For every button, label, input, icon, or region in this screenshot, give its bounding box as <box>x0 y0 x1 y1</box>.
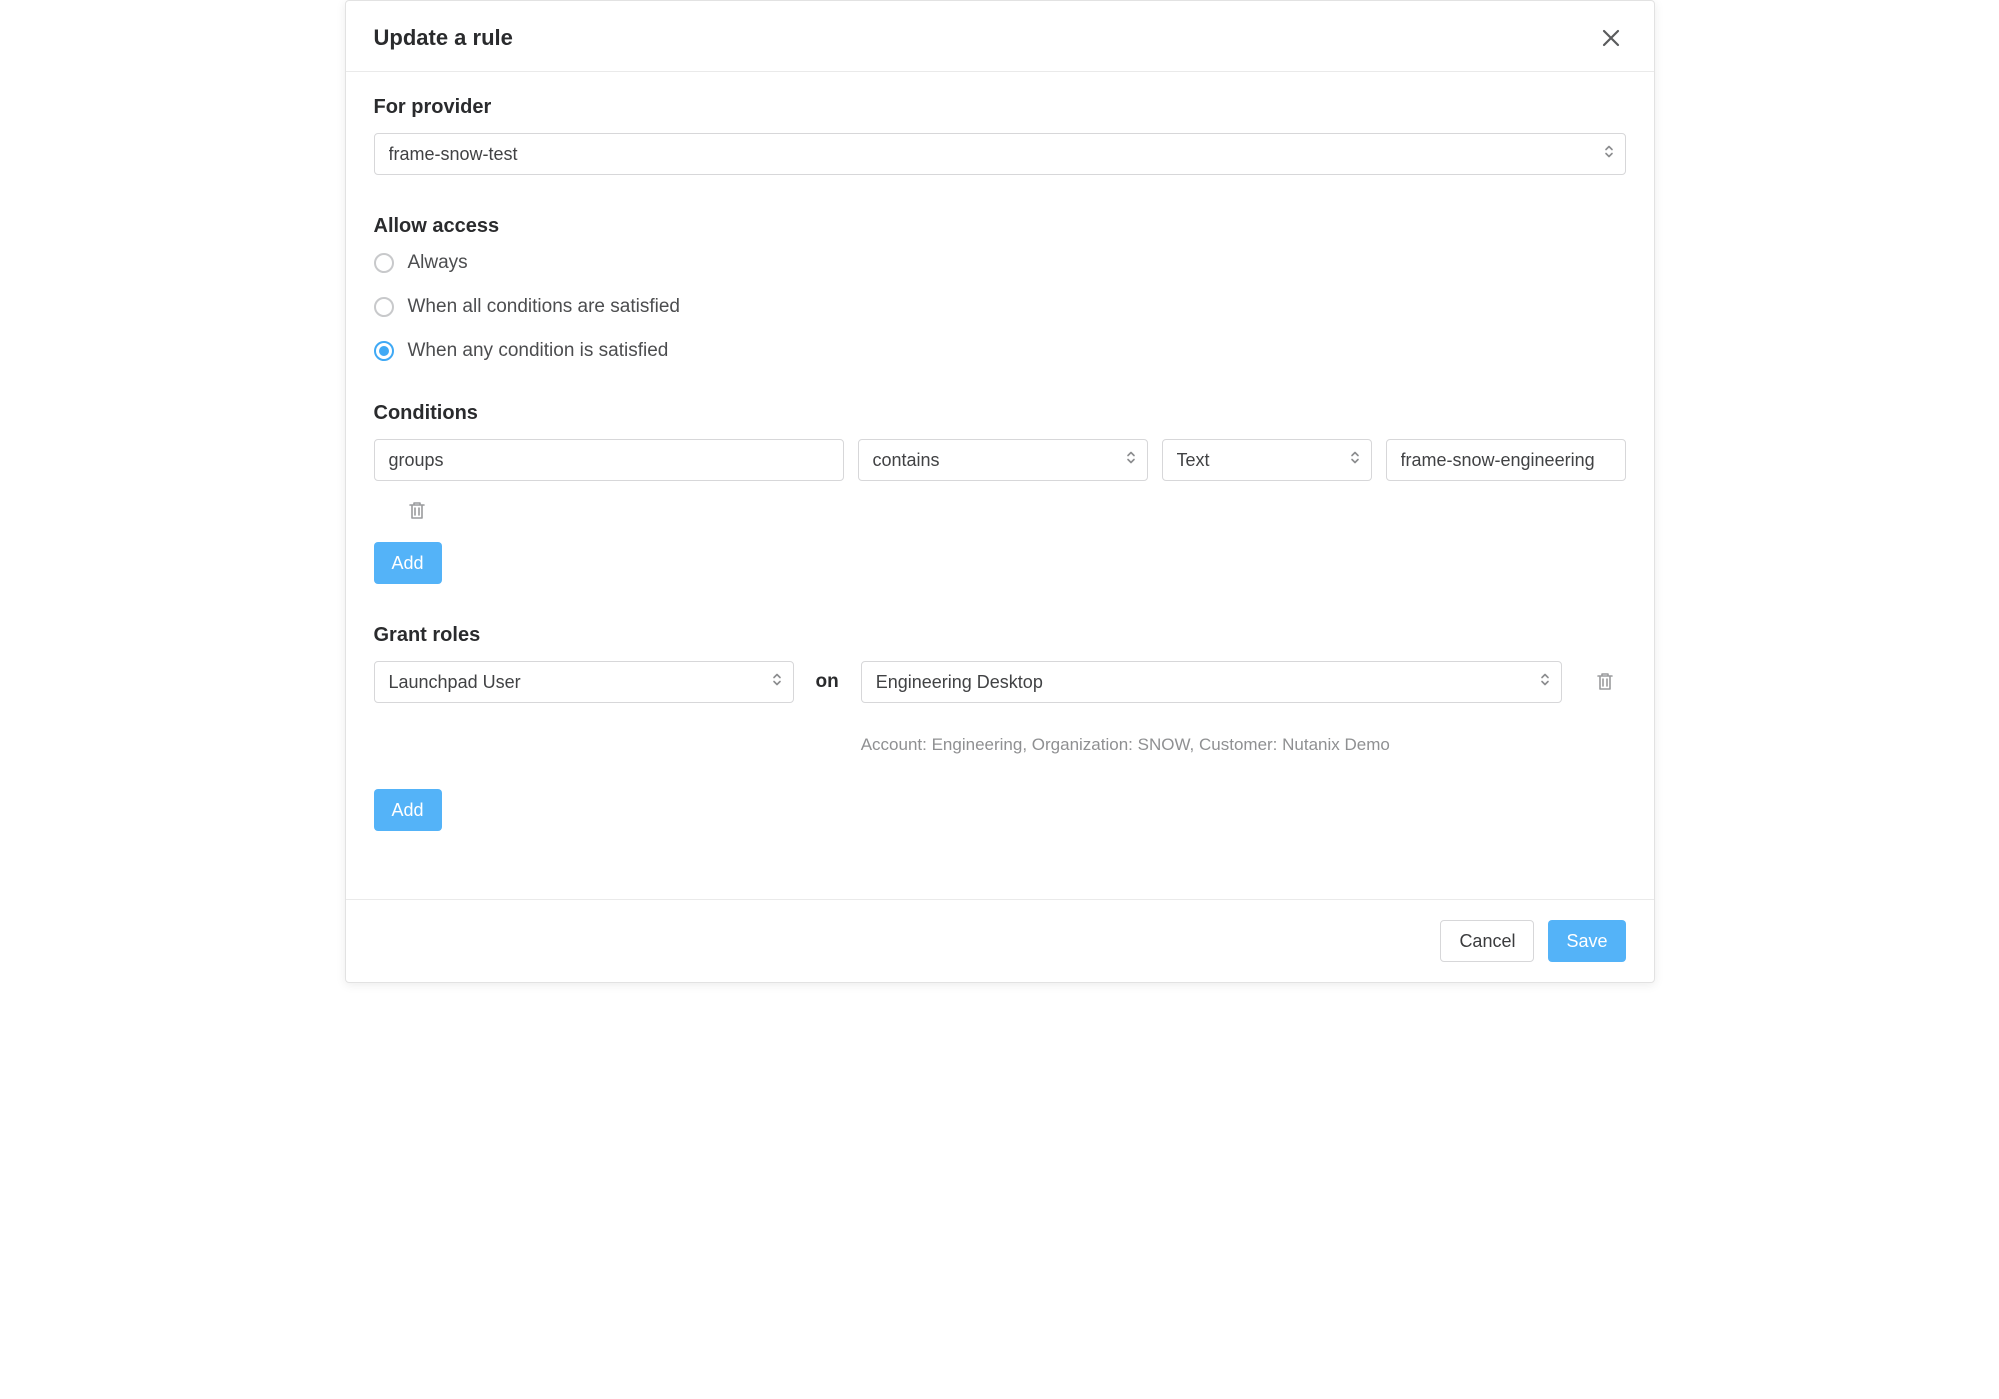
condition-operator-select[interactable] <box>858 439 1148 481</box>
access-section: Allow access Always When all conditions … <box>374 215 1626 362</box>
modal-header: Update a rule <box>346 1 1654 72</box>
conditions-label: Conditions <box>374 402 1626 425</box>
grant-roles-label: Grant roles <box>374 624 1626 647</box>
grant-roles-section: Grant roles on <box>374 624 1626 831</box>
close-icon <box>1602 29 1620 47</box>
radio-icon <box>374 253 394 273</box>
on-label: on <box>816 671 839 693</box>
provider-select[interactable] <box>374 133 1626 175</box>
add-role-button[interactable]: Add <box>374 789 442 831</box>
delete-role-button[interactable] <box>1584 670 1626 695</box>
radio-icon <box>374 297 394 317</box>
trash-icon <box>408 500 426 523</box>
role-target-select[interactable] <box>861 661 1562 703</box>
trash-icon <box>1596 671 1614 694</box>
delete-condition-button[interactable] <box>402 499 432 524</box>
access-option-always[interactable]: Always <box>374 252 1626 274</box>
save-button[interactable]: Save <box>1548 920 1625 962</box>
radio-label: When any condition is satisfied <box>408 340 669 362</box>
grant-role-row: on Account: Engineering, Organization: S… <box>374 661 1626 755</box>
update-rule-modal: Update a rule For provider Allow access <box>345 0 1655 983</box>
radio-label: Always <box>408 252 468 274</box>
add-condition-button[interactable]: Add <box>374 542 442 584</box>
conditions-section: Conditions <box>374 402 1626 584</box>
access-option-any-condition[interactable]: When any condition is satisfied <box>374 340 1626 362</box>
cancel-button[interactable]: Cancel <box>1440 920 1534 962</box>
role-target-hint: Account: Engineering, Organization: SNOW… <box>861 735 1562 755</box>
access-option-all-conditions[interactable]: When all conditions are satisfied <box>374 296 1626 318</box>
modal-title: Update a rule <box>374 25 513 51</box>
condition-row <box>374 439 1626 481</box>
condition-value-input[interactable] <box>1386 439 1626 481</box>
provider-label: For provider <box>374 96 1626 119</box>
condition-field-input[interactable] <box>374 439 844 481</box>
radio-label: When all conditions are satisfied <box>408 296 680 318</box>
provider-section: For provider <box>374 96 1626 175</box>
close-button[interactable] <box>1596 23 1626 53</box>
role-select[interactable] <box>374 661 794 703</box>
condition-type-select[interactable] <box>1162 439 1372 481</box>
radio-icon <box>374 341 394 361</box>
modal-footer: Cancel Save <box>346 899 1654 982</box>
access-label: Allow access <box>374 215 1626 238</box>
